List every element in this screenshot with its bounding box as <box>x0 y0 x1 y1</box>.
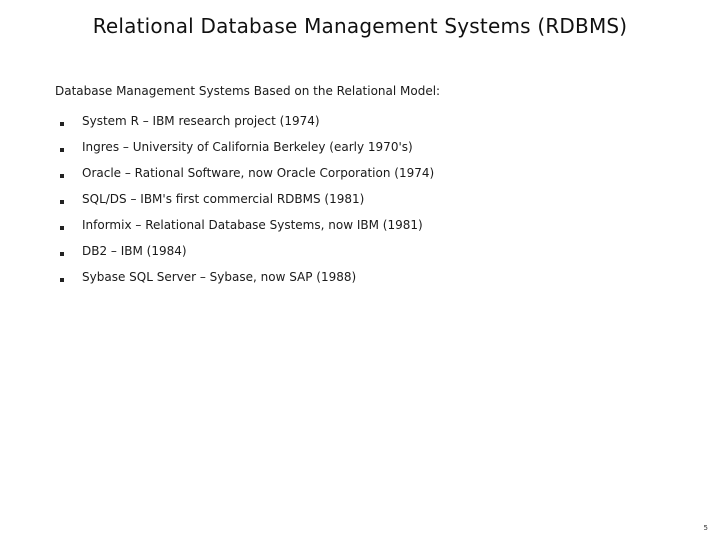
slide-title: Relational Database Management Systems (… <box>92 14 628 38</box>
bullet-text: Oracle – Rational Software, now Oracle C… <box>82 166 435 180</box>
bullet-list: System R – IBM research project (1974) I… <box>60 108 434 290</box>
bullet-text: Informix – Relational Database Systems, … <box>82 218 423 232</box>
square-bullet-icon <box>60 148 64 152</box>
page-number: 5 <box>703 524 708 532</box>
bullet-text: DB2 – IBM (1984) <box>82 244 187 258</box>
square-bullet-icon <box>60 200 64 204</box>
bullet-item: Ingres – University of California Berkel… <box>60 134 434 160</box>
square-bullet-icon <box>60 252 64 256</box>
square-bullet-icon <box>60 278 64 282</box>
bullet-item: Sybase SQL Server – Sybase, now SAP (198… <box>60 264 434 290</box>
bullet-item: SQL/DS – IBM's first commercial RDBMS (1… <box>60 186 434 212</box>
bullet-item: System R – IBM research project (1974) <box>60 108 434 134</box>
square-bullet-icon <box>60 122 64 126</box>
bullet-item: DB2 – IBM (1984) <box>60 238 434 264</box>
bullet-text: Ingres – University of California Berkel… <box>82 140 413 154</box>
intro-text: Database Management Systems Based on the… <box>55 84 441 98</box>
bullet-item: Informix – Relational Database Systems, … <box>60 212 434 238</box>
square-bullet-icon <box>60 226 64 230</box>
bullet-text: SQL/DS – IBM's first commercial RDBMS (1… <box>82 192 365 206</box>
bullet-text: System R – IBM research project (1974) <box>82 114 320 128</box>
bullet-item: Oracle – Rational Software, now Oracle C… <box>60 160 434 186</box>
square-bullet-icon <box>60 174 64 178</box>
bullet-text: Sybase SQL Server – Sybase, now SAP (198… <box>82 270 357 284</box>
